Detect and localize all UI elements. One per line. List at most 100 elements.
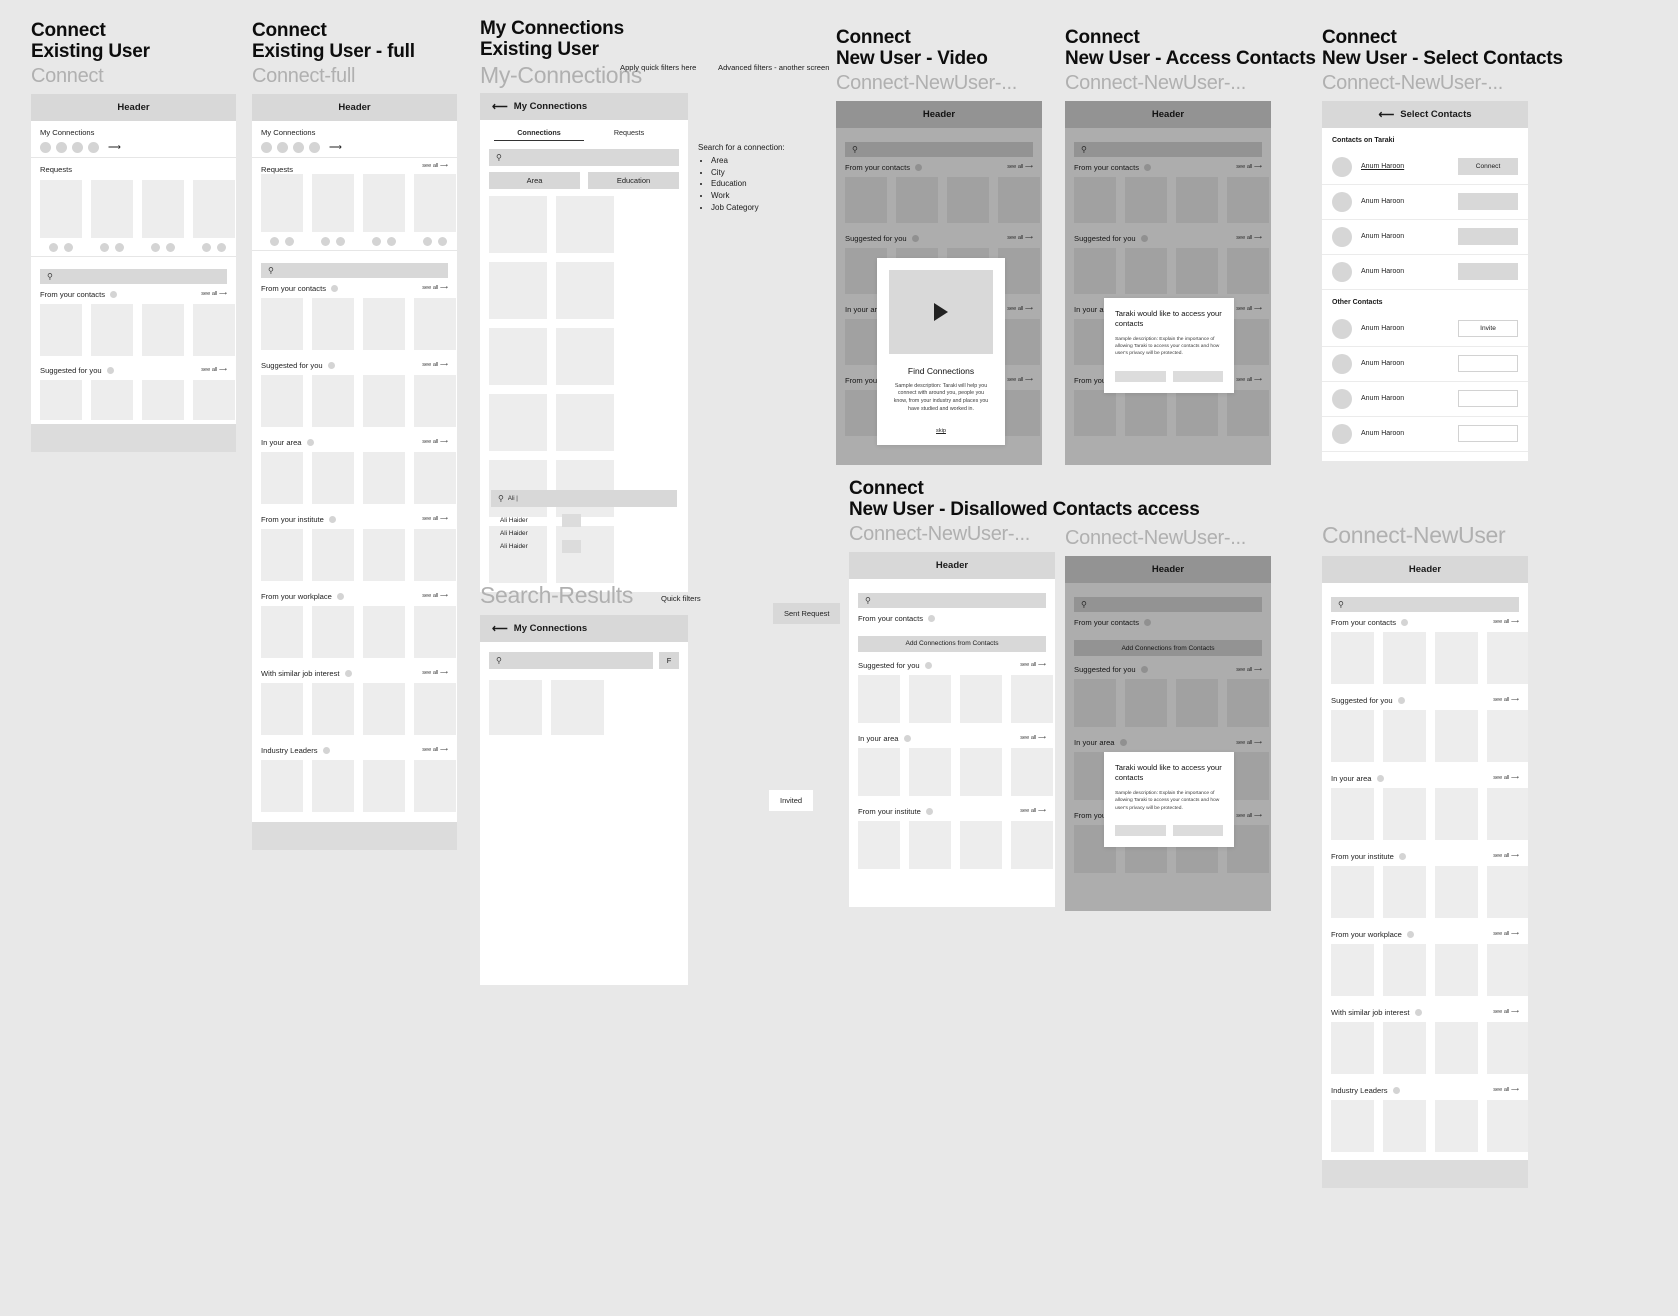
avatar[interactable]	[387, 236, 396, 246]
invite-button[interactable]	[1458, 425, 1518, 443]
person-card[interactable]	[1487, 943, 1528, 996]
sent-request-button[interactable]: Sent Request	[773, 603, 841, 624]
connect-button[interactable]	[1458, 228, 1518, 246]
tile-row[interactable]	[1331, 631, 1528, 684]
contacts-permission-modal[interactable]: Taraki would like to access your contact…	[1104, 752, 1234, 848]
person-card[interactable]	[1227, 679, 1269, 727]
tile-row[interactable]	[261, 528, 456, 581]
see-all-link[interactable]: see all ⟶	[1020, 662, 1046, 668]
tile-row[interactable]	[858, 674, 1053, 723]
person-card[interactable]	[261, 759, 303, 812]
person-card[interactable]	[556, 196, 614, 254]
person-card[interactable]	[261, 605, 303, 658]
avatar[interactable]	[261, 141, 272, 153]
person-card[interactable]	[414, 451, 456, 504]
see-all-link[interactable]: see all ⟶	[1493, 931, 1519, 937]
avatar[interactable]	[372, 236, 381, 246]
person-card[interactable]	[1125, 679, 1167, 727]
person-card[interactable]	[1331, 631, 1374, 684]
tile-row[interactable]	[1331, 787, 1528, 840]
person-card[interactable]	[142, 303, 184, 356]
person-card[interactable]	[1125, 247, 1167, 294]
search-input[interactable]: ⚲	[489, 651, 653, 669]
see-all-link[interactable]: see all ⟶	[422, 163, 448, 169]
avatar[interactable]	[270, 236, 279, 246]
person-card[interactable]	[1383, 943, 1426, 996]
avatar[interactable]	[336, 236, 345, 246]
contacts-permission-modal[interactable]: Taraki would like to access your contact…	[1104, 297, 1234, 393]
tile-row[interactable]	[261, 759, 456, 812]
person-card[interactable]	[363, 759, 405, 812]
tile-row[interactable]	[261, 605, 456, 658]
person-card[interactable]	[363, 297, 405, 350]
person-card[interactable]	[1487, 631, 1528, 684]
person-card[interactable]	[1125, 389, 1167, 436]
person-card[interactable]	[312, 374, 354, 427]
person-card[interactable]	[1125, 176, 1167, 223]
person-card[interactable]	[858, 747, 900, 796]
deny-button[interactable]	[1115, 825, 1166, 837]
person-card[interactable]	[91, 303, 133, 356]
person-card[interactable]	[858, 674, 900, 723]
allow-button[interactable]	[1172, 370, 1223, 382]
result-row[interactable]: Ali Haider	[500, 530, 677, 537]
person-card[interactable]	[1383, 865, 1426, 918]
person-card[interactable]	[312, 297, 354, 350]
video-placeholder[interactable]	[889, 269, 993, 354]
person-card[interactable]	[1011, 747, 1053, 796]
see-all-link[interactable]: see all ⟶	[1007, 235, 1033, 241]
see-all-link[interactable]: see all ⟶	[1493, 853, 1519, 859]
connection-avatars[interactable]: ⟶	[40, 141, 227, 153]
person-card[interactable]	[312, 605, 354, 658]
search-input[interactable]: ⚲ Ali |	[491, 490, 677, 507]
see-all-link[interactable]: see all ⟶	[1493, 775, 1519, 781]
person-card[interactable]	[193, 303, 235, 356]
see-all-link[interactable]: see all ⟶	[1493, 1087, 1519, 1093]
deny-button[interactable]	[1115, 370, 1166, 382]
avatar[interactable]	[423, 236, 432, 246]
person-card[interactable]	[1011, 820, 1053, 869]
request-card[interactable]	[142, 179, 184, 252]
contact-row[interactable]: Anum Haroon	[1322, 254, 1528, 290]
person-card[interactable]	[858, 820, 900, 869]
person-card[interactable]	[142, 379, 184, 420]
person-card[interactable]	[363, 682, 405, 735]
modal-actions[interactable]	[1115, 825, 1223, 837]
person-card[interactable]	[1383, 1099, 1426, 1152]
tile-row[interactable]	[1331, 943, 1528, 996]
card-thumb[interactable]	[363, 173, 405, 232]
filter-button[interactable]: F	[659, 651, 679, 669]
person-card[interactable]	[312, 682, 354, 735]
contact-row[interactable]: Anum Haroon Invite	[1322, 311, 1528, 347]
invite-button[interactable]	[1458, 355, 1518, 373]
person-card[interactable]	[1176, 247, 1218, 294]
typeahead-results[interactable]: Ali Haider Ali Haider Ali Haider	[491, 514, 677, 553]
see-all-link[interactable]: see all ⟶	[1493, 1009, 1519, 1015]
avatar[interactable]	[115, 242, 124, 252]
request-card[interactable]	[261, 173, 303, 246]
tile-row[interactable]	[1074, 389, 1269, 436]
person-card[interactable]	[1435, 631, 1478, 684]
card-thumb[interactable]	[414, 173, 456, 232]
person-card[interactable]	[363, 605, 405, 658]
person-card[interactable]	[1383, 631, 1426, 684]
person-card[interactable]	[1383, 1021, 1426, 1074]
see-all-link[interactable]: see all ⟶	[1007, 306, 1033, 312]
person-card[interactable]	[896, 176, 938, 223]
see-all-link[interactable]: see all ⟶	[1007, 164, 1033, 170]
add-connections-from-contacts-button[interactable]: Add Connections from Contacts	[858, 635, 1046, 652]
connect-button[interactable]: Connect	[1458, 158, 1518, 176]
contact-row[interactable]: Anum Haroon	[1322, 219, 1528, 255]
add-connections-from-contacts-button[interactable]: Add Connections from Contacts	[1074, 640, 1262, 656]
see-all-link[interactable]: see all ⟶	[201, 367, 227, 373]
avatar[interactable]	[166, 242, 175, 252]
search-input[interactable]: ⚲	[1074, 141, 1262, 157]
person-card[interactable]	[1331, 943, 1374, 996]
contact-row[interactable]: Anum Haroon	[1322, 416, 1528, 452]
modal-actions[interactable]	[1115, 370, 1223, 382]
person-card[interactable]	[1435, 865, 1478, 918]
avatar[interactable]	[64, 242, 73, 252]
tile-row[interactable]	[1331, 709, 1528, 762]
tile-row[interactable]	[1331, 1021, 1528, 1074]
card-thumb[interactable]	[91, 179, 133, 238]
